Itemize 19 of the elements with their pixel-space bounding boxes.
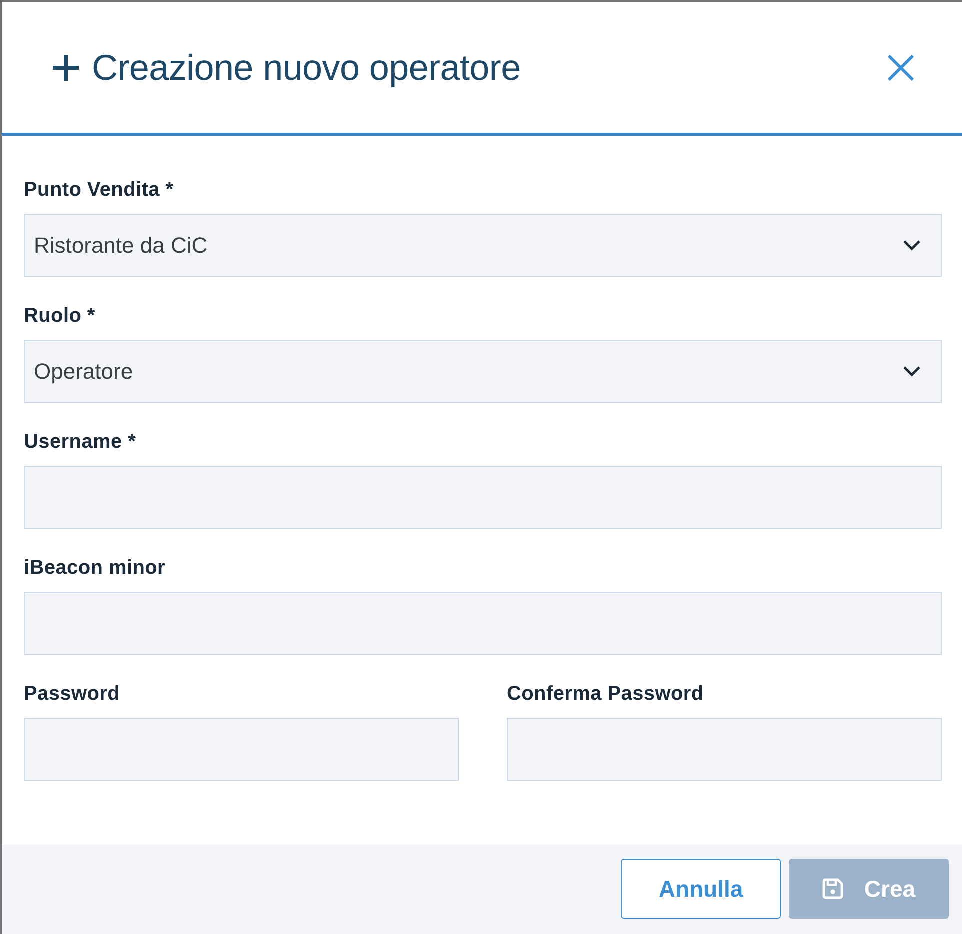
field-label: Ruolo * [24,304,96,328]
field-label: iBeacon minor [24,556,167,580]
chevron-down-icon [903,366,921,377]
close-button[interactable] [888,54,914,80]
password-input[interactable] [24,718,459,781]
text-input[interactable] [24,466,942,529]
dialog-title: Creazione nuovo operatore [92,46,521,88]
text-input[interactable] [24,592,942,655]
field-label: Password [24,682,122,706]
select-field[interactable]: Ristorante da CiC [24,214,942,277]
password-input[interactable] [507,718,942,781]
save-icon [822,878,844,900]
select-field[interactable]: Operatore [24,340,942,403]
field-label: Conferma Password [507,682,705,706]
close-icon [888,54,914,80]
field-label: Punto Vendita * [24,178,175,202]
chevron-down-icon [903,240,921,251]
plus-icon [52,54,80,82]
field-label: Username * [24,430,138,454]
